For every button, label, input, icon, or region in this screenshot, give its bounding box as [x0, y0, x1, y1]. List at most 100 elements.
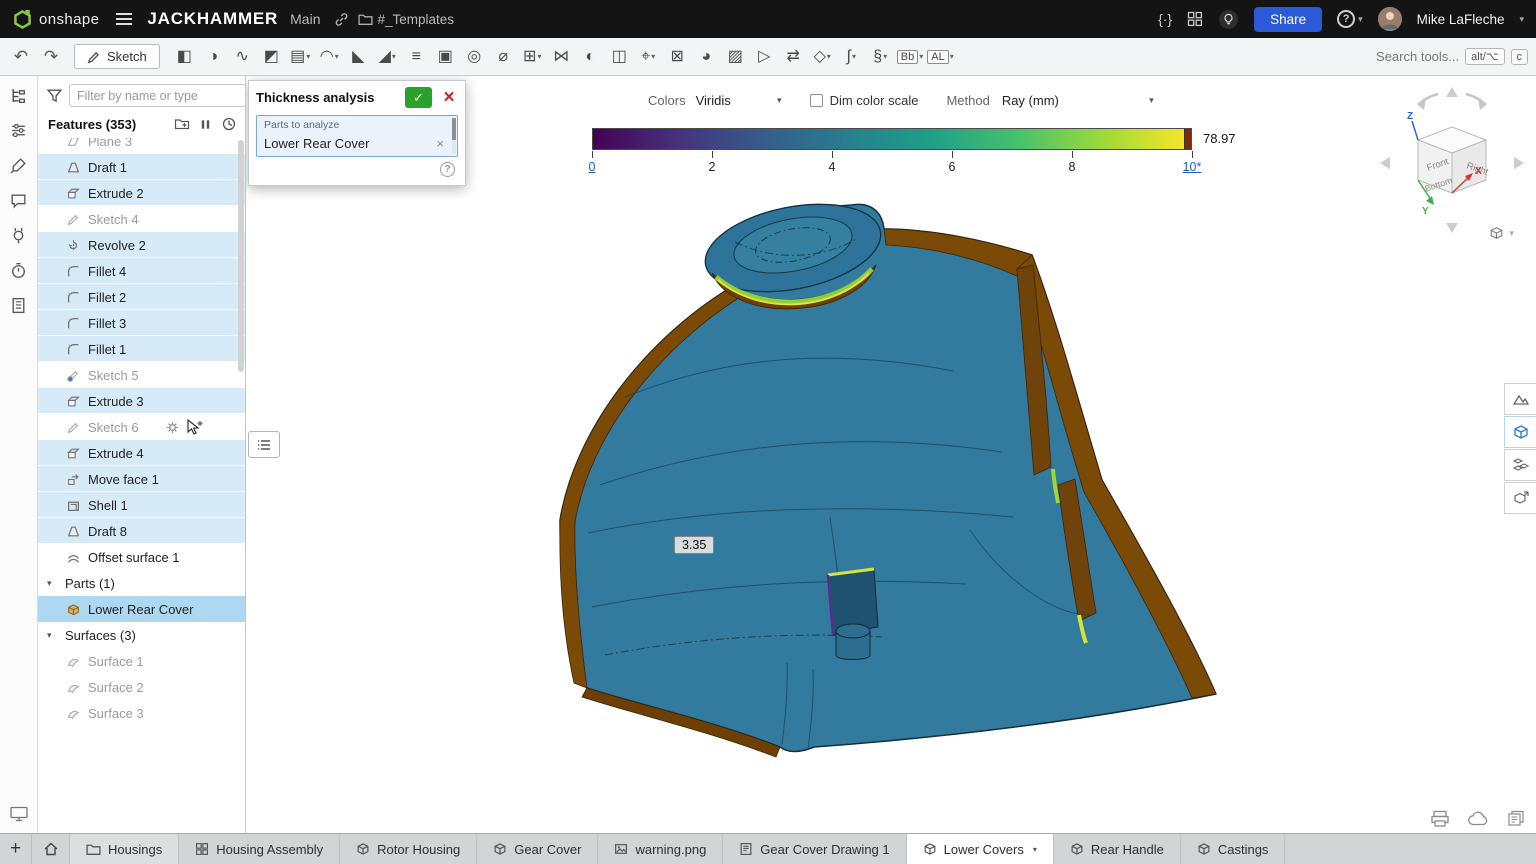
extrude-tool-button[interactable]: ◧: [170, 43, 199, 71]
modify-fillet-tool-button[interactable]: ◕: [692, 43, 721, 71]
feature-item-surface-2[interactable]: Surface 2: [38, 674, 245, 700]
insert-new-tab-button[interactable]: +: [0, 834, 32, 864]
parts-visibility-button[interactable]: [1504, 449, 1536, 481]
dropdown-caret[interactable]: ▾: [883, 52, 887, 61]
sketch-button[interactable]: Sketch: [74, 44, 160, 69]
shell-tool-button[interactable]: ▣: [431, 43, 460, 71]
dim-color-scale-checkbox[interactable]: [810, 94, 823, 107]
dropdown-caret[interactable]: ▾: [651, 52, 655, 61]
custom-feature-al-tool-button[interactable]: AL▾: [925, 43, 955, 71]
rib-tool-button[interactable]: ≡: [402, 43, 431, 71]
user-name[interactable]: Mike LaFleche: [1417, 12, 1505, 27]
panel-comments-button[interactable]: [7, 189, 31, 211]
new-folder-icon[interactable]: [174, 116, 190, 132]
feature-item-extrude-2[interactable]: Extrude 2: [38, 180, 245, 206]
filter-funnel-icon[interactable]: [46, 87, 63, 104]
main-menu-icon[interactable]: [115, 12, 133, 26]
color-scale-bar[interactable]: [592, 128, 1192, 150]
scale-tick-label-0[interactable]: 0: [589, 160, 596, 174]
hole-tool-button[interactable]: ◎: [460, 43, 489, 71]
dropdown-caret[interactable]: ▾: [537, 52, 541, 61]
panel-integrations-button[interactable]: [7, 224, 31, 246]
view-styles-button[interactable]: [1504, 383, 1536, 415]
tab-lower-covers[interactable]: Lower Covers▾: [907, 834, 1054, 864]
dialog-confirm-button[interactable]: ✓: [405, 87, 432, 108]
model-3d-lower-rear-cover[interactable]: [530, 185, 1230, 765]
pause-regeneration-icon[interactable]: [199, 118, 212, 131]
dropdown-caret[interactable]: ▾: [919, 52, 923, 61]
help-menu[interactable]: ? ▾: [1337, 10, 1363, 28]
tab-rotor-housing[interactable]: Rotor Housing: [340, 834, 477, 864]
feature-item-offset-surface-1[interactable]: Offset surface 1: [38, 544, 245, 570]
document-title[interactable]: JACKHAMMER: [147, 9, 278, 29]
model-viewport[interactable]: Thickness analysis ✓ × Parts to analyze …: [246, 76, 1536, 833]
feature-item-surface-3[interactable]: Surface 3: [38, 700, 245, 726]
rollback-history-icon[interactable]: [221, 116, 237, 132]
feature-item-shell-1[interactable]: Shell 1: [38, 492, 245, 518]
filter-input[interactable]: [69, 84, 246, 107]
dropdown-caret[interactable]: ▾: [950, 52, 954, 61]
delete-part-tool-button[interactable]: ⊠: [663, 43, 692, 71]
scale-tick-label-10[interactable]: 10*: [1183, 160, 1202, 174]
dropdown-caret[interactable]: ▾: [335, 52, 339, 61]
onshape-logo[interactable]: onshape: [12, 9, 99, 30]
thicken-tool-button[interactable]: ▤▾: [286, 43, 315, 71]
tree-section-parts-1[interactable]: ▾Parts (1): [38, 570, 245, 596]
share-link-icon[interactable]: [333, 11, 350, 28]
feature-item-extrude-4[interactable]: Extrude 4: [38, 440, 245, 466]
feature-list-scrollbar[interactable]: [238, 140, 244, 540]
tab-menu-caret[interactable]: ▾: [1033, 845, 1037, 854]
revolve-tool-button[interactable]: ◑: [199, 43, 228, 71]
undo-button[interactable]: ↶: [8, 47, 34, 67]
chamfer-tool-button[interactable]: ◣: [344, 43, 373, 71]
split-tool-button[interactable]: ◫: [605, 43, 634, 71]
composite-tools-tool-button[interactable]: §▾: [866, 43, 895, 71]
panel-configurations-button[interactable]: [7, 119, 31, 141]
dialog-cancel-button[interactable]: ×: [440, 88, 458, 107]
boolean-tool-button[interactable]: ◐: [576, 43, 605, 71]
model-display-button[interactable]: [1504, 416, 1536, 448]
dialog-help-icon[interactable]: ?: [440, 162, 455, 177]
feature-item-surface-1[interactable]: Surface 1: [38, 648, 245, 674]
view-cube[interactable]: Front Right Bottom Z X Y: [1374, 81, 1530, 241]
mirror-tool-button[interactable]: ⋈: [547, 43, 576, 71]
search-tools[interactable]: Search tools... alt/⌥ c: [1376, 48, 1528, 65]
panel-notes-button[interactable]: [7, 294, 31, 316]
feature-list-flyout-button[interactable]: [248, 431, 280, 458]
cloud-icon[interactable]: [1467, 811, 1489, 827]
dropdown-caret[interactable]: ▾: [827, 52, 831, 61]
transform-tool-button[interactable]: ⌖▾: [634, 43, 663, 71]
delete-face-tool-button[interactable]: ▨: [721, 43, 750, 71]
feature-item-draft-8[interactable]: Draft 8: [38, 518, 245, 544]
expand-caret[interactable]: ▾: [47, 578, 58, 589]
colormap-select[interactable]: Viridis ▾: [696, 93, 782, 108]
sheets-icon[interactable]: [1506, 810, 1526, 828]
feature-item-fillet-1[interactable]: Fillet 1: [38, 336, 245, 362]
tab-gear-cover[interactable]: Gear Cover: [477, 834, 598, 864]
redo-button[interactable]: ↷: [38, 47, 64, 67]
tab-housing-assembly[interactable]: Housing Assembly: [179, 834, 340, 864]
feature-item-fillet-3[interactable]: Fillet 3: [38, 310, 245, 336]
tab-warning-png[interactable]: warning.png: [598, 834, 723, 864]
expand-caret[interactable]: ▾: [47, 630, 58, 641]
learning-center-icon[interactable]: [1218, 9, 1239, 30]
move-face-tool-button[interactable]: ▷: [750, 43, 779, 71]
method-select[interactable]: Ray (mm) ▾: [1002, 93, 1154, 108]
panel-history-button[interactable]: [7, 259, 31, 281]
dropdown-caret[interactable]: ▾: [852, 52, 856, 61]
panel-appearance-button[interactable]: [7, 154, 31, 176]
featurescript-icon[interactable]: {·}: [1158, 11, 1172, 27]
feature-item-revolve-2[interactable]: Revolve 2: [38, 232, 245, 258]
remove-selection-icon[interactable]: ×: [436, 136, 444, 151]
replace-face-tool-button[interactable]: ⇄: [779, 43, 808, 71]
custom-feature-bb-tool-button[interactable]: Bb▾: [895, 43, 925, 71]
user-avatar[interactable]: [1378, 7, 1402, 31]
workspace-name[interactable]: Main: [290, 11, 320, 27]
home-tab-button[interactable]: [32, 834, 70, 864]
display-settings-button[interactable]: [7, 803, 31, 825]
tab-gear-cover-drawing-1[interactable]: Gear Cover Drawing 1: [723, 834, 906, 864]
tab-castings[interactable]: Castings: [1181, 834, 1286, 864]
document-location[interactable]: #_Templates: [358, 12, 455, 27]
selection-scrollbar[interactable]: [452, 118, 456, 154]
tab-rear-handle[interactable]: Rear Handle: [1054, 834, 1181, 864]
